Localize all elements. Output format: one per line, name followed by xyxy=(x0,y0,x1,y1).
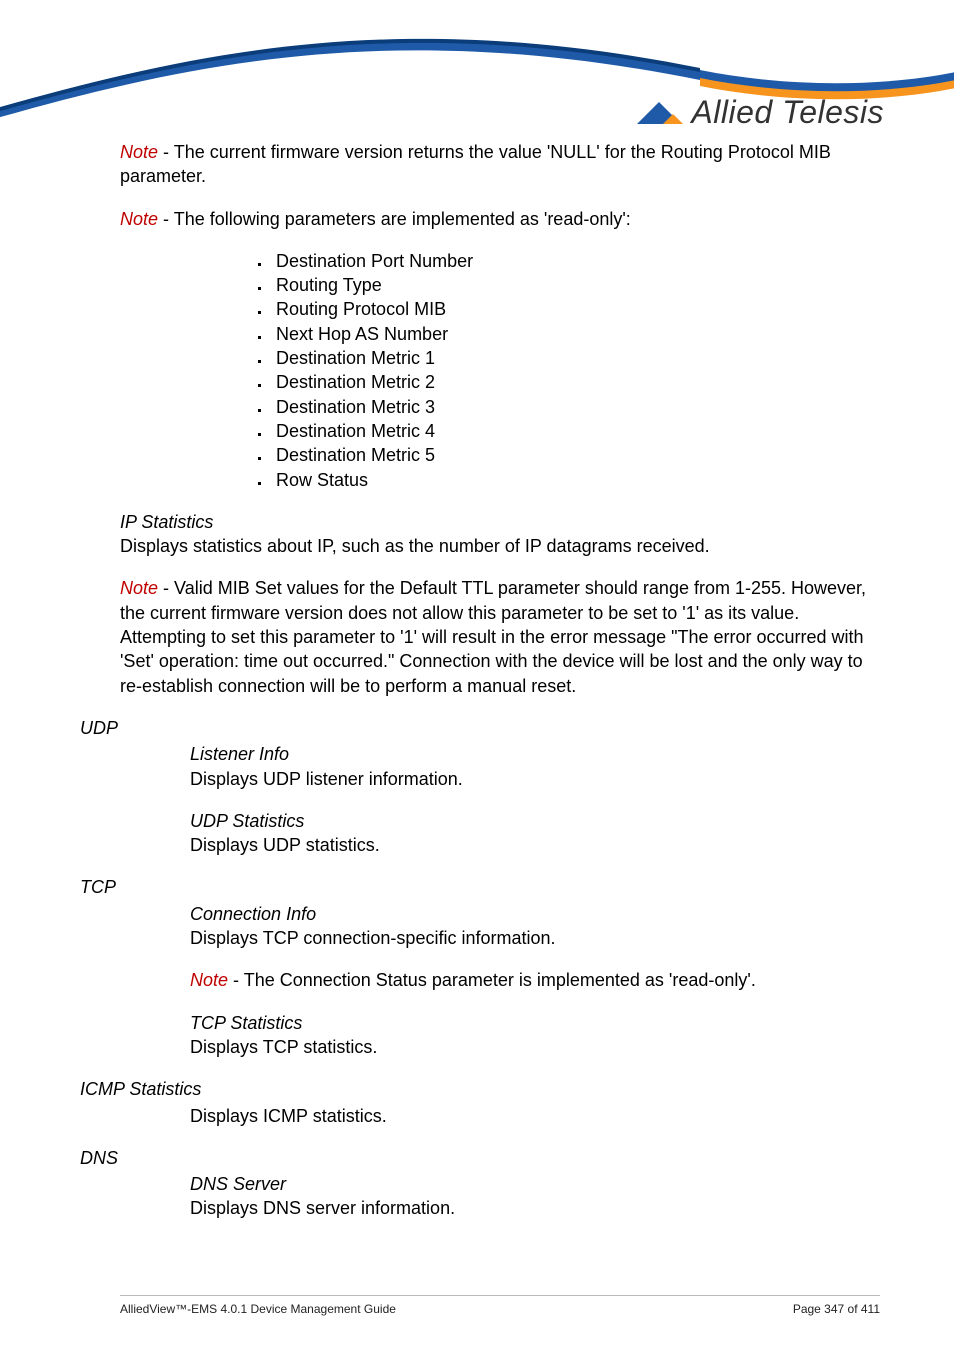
note-firmware-null: Note - The current firmware version retu… xyxy=(120,140,880,189)
logo-triangle-icon xyxy=(633,98,685,128)
note-text: - The following parameters are implement… xyxy=(158,209,631,229)
dns-label: DNS xyxy=(80,1146,880,1170)
list-item: Routing Type xyxy=(270,273,880,297)
list-item: Destination Metric 3 xyxy=(270,395,880,419)
note-ttl: Note - Valid MIB Set values for the Defa… xyxy=(120,576,880,697)
icmp-label: ICMP Statistics xyxy=(80,1077,880,1101)
page-footer: AlliedView™-EMS 4.0.1 Device Management … xyxy=(120,1295,880,1316)
ip-statistics-heading: IP Statistics xyxy=(120,510,880,534)
list-item: Next Hop AS Number xyxy=(270,322,880,346)
note-readonly-intro: Note - The following parameters are impl… xyxy=(120,207,880,231)
tcp-label: TCP xyxy=(80,875,880,899)
tcp-stats-heading: TCP Statistics xyxy=(190,1011,880,1035)
readonly-params-list: Destination Port Number Routing Type Rou… xyxy=(270,249,880,492)
tcp-note: Note - The Connection Status parameter i… xyxy=(190,968,880,992)
list-item: Row Status xyxy=(270,468,880,492)
tcp-conn-heading: Connection Info xyxy=(190,902,880,926)
note-label: Note xyxy=(190,970,228,990)
ip-statistics-body: Displays statistics about IP, such as th… xyxy=(120,534,880,558)
udp-label: UDP xyxy=(80,716,880,740)
logo-text: Allied Telesis xyxy=(691,94,884,131)
note-label: Note xyxy=(120,142,158,162)
dns-server-body: Displays DNS server information. xyxy=(190,1196,880,1220)
brand-logo: Allied Telesis xyxy=(633,94,884,131)
note-label: Note xyxy=(120,578,158,598)
udp-stats-body: Displays UDP statistics. xyxy=(190,833,880,857)
content-area: Note - The current firmware version retu… xyxy=(120,140,880,1221)
footer-left: AlliedView™-EMS 4.0.1 Device Management … xyxy=(120,1302,396,1316)
footer-right: Page 347 of 411 xyxy=(793,1302,880,1316)
note-text: - The Connection Status parameter is imp… xyxy=(228,970,756,990)
page: Allied Telesis Note - The current firmwa… xyxy=(0,0,954,1350)
list-item: Routing Protocol MIB xyxy=(270,297,880,321)
list-item: Destination Metric 4 xyxy=(270,419,880,443)
note-text: - Valid MIB Set values for the Default T… xyxy=(120,578,866,695)
note-text: - The current firmware version returns t… xyxy=(120,142,831,186)
tcp-stats-body: Displays TCP statistics. xyxy=(190,1035,880,1059)
list-item: Destination Port Number xyxy=(270,249,880,273)
dns-server-heading: DNS Server xyxy=(190,1172,880,1196)
list-item: Destination Metric 5 xyxy=(270,443,880,467)
note-label: Note xyxy=(120,209,158,229)
list-item: Destination Metric 1 xyxy=(270,346,880,370)
tcp-conn-body: Displays TCP connection-specific informa… xyxy=(190,926,880,950)
icmp-body: Displays ICMP statistics. xyxy=(190,1104,880,1128)
udp-listener-body: Displays UDP listener information. xyxy=(190,767,880,791)
udp-listener-heading: Listener Info xyxy=(190,742,880,766)
udp-stats-heading: UDP Statistics xyxy=(190,809,880,833)
list-item: Destination Metric 2 xyxy=(270,370,880,394)
